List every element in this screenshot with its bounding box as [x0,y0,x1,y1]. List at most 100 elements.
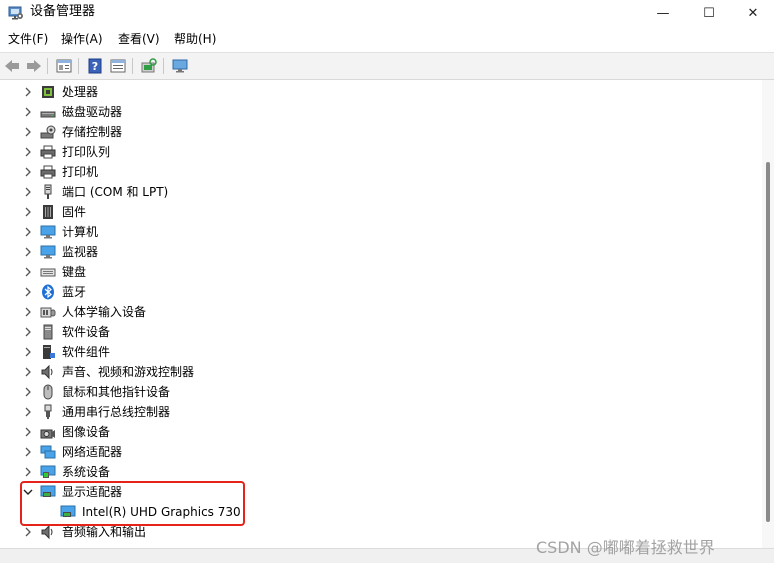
chevron-right-icon[interactable] [22,305,34,319]
tree-item-label: 软件设备 [62,325,111,339]
tree-category-system-devices[interactable]: 系统设备 [0,462,760,482]
title-bar[interactable]: 设备管理器 — ☐ ✕ [0,0,774,26]
audio-io-icon [41,524,53,540]
device-manager-window: 设备管理器 — ☐ ✕ 文件(F) 操作(A) 查看(V) 帮助(H) ? 处理… [0,0,774,563]
tree-category-usb-controllers[interactable]: 通用串行总线控制器 [0,402,760,422]
chevron-right-icon[interactable] [22,85,34,99]
tree-category-printers[interactable]: 打印机 [0,162,760,182]
help-icon: ? [88,58,102,74]
tree-category-firmware[interactable]: 固件 [0,202,760,222]
chevron-right-icon[interactable] [22,445,34,459]
chevron-right-icon[interactable] [22,345,34,359]
tree-item-label: 存储控制器 [62,125,123,139]
chevron-right-icon[interactable] [22,225,34,239]
tree-item-label: 磁盘驱动器 [62,105,123,119]
highlight-box [20,481,245,526]
tree-category-bluetooth[interactable]: 蓝牙 [0,282,760,302]
maximize-button[interactable]: ☐ [686,0,732,26]
sound-icon [41,364,53,380]
storage-controller-icon [40,125,56,139]
tree-category-ports[interactable]: 端口 (COM 和 LPT) [0,182,760,202]
chevron-right-icon[interactable] [22,525,34,539]
chevron-right-icon[interactable] [22,125,34,139]
chevron-right-icon[interactable] [22,385,34,399]
menu-help[interactable]: 帮助(H) [174,32,216,46]
chevron-right-icon[interactable] [22,205,34,219]
device-tree[interactable]: 处理器 磁盘驱动器 存储控制器 打印队列 打印机 端口 (COM 和 LPT) [0,80,762,548]
tree-item-label: 系统设备 [62,465,111,479]
menu-bar: 文件(F) 操作(A) 查看(V) 帮助(H) [0,26,774,52]
help-button[interactable]: ? [85,57,105,75]
tree-item-label: 固件 [62,205,87,219]
camera-icon [40,429,55,439]
cpu-icon [42,86,54,98]
tree-item-label: 端口 (COM 和 LPT) [62,185,169,199]
menu-file[interactable]: 文件(F) [8,32,48,46]
chevron-right-icon[interactable] [22,365,34,379]
minimize-button[interactable]: — [640,0,686,26]
chevron-right-icon[interactable] [22,105,34,119]
tree-category-storage-controllers[interactable]: 存储控制器 [0,122,760,142]
tree-item-label: 处理器 [62,85,99,99]
menu-view[interactable]: 查看(V) [118,32,160,46]
back-button[interactable] [2,57,22,75]
tree-category-network-adapters[interactable]: 网络适配器 [0,442,760,462]
tree-item-label: 声音、视频和游戏控制器 [62,365,195,379]
view-button[interactable] [108,57,128,75]
chevron-right-icon[interactable] [22,145,34,159]
tree-category-print-queue[interactable]: 打印队列 [0,142,760,162]
chevron-right-icon[interactable] [22,185,34,199]
chevron-right-icon[interactable] [22,245,34,259]
view-icon [110,59,126,73]
chevron-right-icon[interactable] [22,425,34,439]
minimize-icon: — [656,5,670,21]
system-device-icon [40,465,56,478]
tree-category-sound-video-game[interactable]: 声音、视频和游戏控制器 [0,362,760,382]
toolbar-separator [132,58,133,74]
tree-item-label: 软件组件 [62,345,111,359]
chevron-right-icon[interactable] [22,285,34,299]
chevron-right-icon[interactable] [22,165,34,179]
printer-icon [40,165,56,179]
monitor-icon [40,245,56,259]
device-manager-app-icon [8,6,23,20]
tree-category-software-components[interactable]: 软件组件 [0,342,760,362]
window-title: 设备管理器 [30,4,96,19]
chevron-right-icon[interactable] [22,405,34,419]
forward-button[interactable] [24,57,44,75]
monitor-button[interactable] [170,57,190,75]
bluetooth-icon [42,284,54,300]
tree-category-computer[interactable]: 计算机 [0,222,760,242]
tree-item-label: 监视器 [62,245,99,259]
tree-category-imaging-devices[interactable]: 图像设备 [0,422,760,442]
tree-category-processor[interactable]: 处理器 [0,82,760,102]
chevron-right-icon[interactable] [22,465,34,479]
scan-hardware-icon [141,58,157,73]
forward-icon [27,60,41,72]
tree-item-label: 打印机 [62,165,99,179]
tree-item-label: 计算机 [62,225,99,239]
vertical-scrollbar[interactable] [762,80,774,548]
tree-category-mice[interactable]: 鼠标和其他指针设备 [0,382,760,402]
vertical-scrollbar-thumb[interactable] [766,162,770,522]
tree-category-disk-drives[interactable]: 磁盘驱动器 [0,102,760,122]
computer-icon [40,225,56,239]
tree-item-label: 音频输入和输出 [62,525,147,539]
toolbar-separator [78,58,79,74]
chevron-right-icon[interactable] [22,265,34,279]
tree-category-keyboards[interactable]: 键盘 [0,262,760,282]
port-icon [44,184,52,199]
tree-category-monitors[interactable]: 监视器 [0,242,760,262]
tree-item-label: 鼠标和其他指针设备 [62,385,171,399]
tree-category-software-devices[interactable]: 软件设备 [0,322,760,342]
close-button[interactable]: ✕ [730,0,774,26]
toolbar: ? [0,52,774,80]
back-icon [5,60,19,72]
menu-action[interactable]: 操作(A) [61,32,103,46]
monitor-icon [172,59,188,73]
scan-hardware-button[interactable] [139,57,159,75]
properties-button[interactable] [54,57,74,75]
chevron-right-icon[interactable] [22,325,34,339]
disk-drive-icon [40,111,56,118]
tree-category-hid[interactable]: 人体学输入设备 [0,302,760,322]
